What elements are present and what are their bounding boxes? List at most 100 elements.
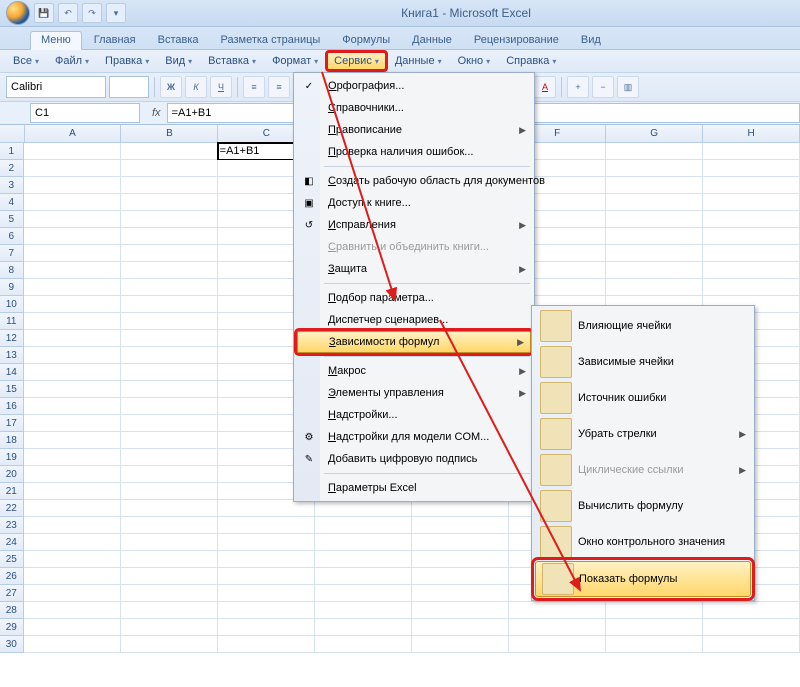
cell[interactable] <box>24 483 121 500</box>
menu-item[interactable]: ✓Орфография... <box>296 75 532 97</box>
cell[interactable] <box>24 211 121 228</box>
row-header[interactable]: 30 <box>0 636 24 653</box>
cell[interactable] <box>218 602 315 619</box>
cell[interactable] <box>24 160 121 177</box>
cell[interactable] <box>315 636 412 653</box>
submenu-item[interactable]: Источник ошибки <box>534 380 752 416</box>
cell[interactable] <box>24 636 121 653</box>
menu-справка[interactable]: Справка▾ <box>499 52 563 70</box>
menu-сервис[interactable]: Сервис▾ <box>327 52 386 70</box>
tab-вставка[interactable]: Вставка <box>148 32 209 49</box>
cell[interactable] <box>606 602 703 619</box>
font-size-box[interactable] <box>109 76 149 98</box>
submenu-item[interactable]: Вычислить формулу <box>534 488 752 524</box>
menu-вид[interactable]: Вид▾ <box>158 52 199 70</box>
cell[interactable] <box>24 449 121 466</box>
undo-icon[interactable]: ↶ <box>58 3 78 23</box>
cell[interactable] <box>218 585 315 602</box>
submenu-item[interactable]: Зависимые ячейки <box>534 344 752 380</box>
cell[interactable] <box>24 313 121 330</box>
cell[interactable] <box>121 415 218 432</box>
cell[interactable] <box>121 211 218 228</box>
cell[interactable] <box>121 177 218 194</box>
menu-окно[interactable]: Окно▾ <box>451 52 498 70</box>
tab-формулы[interactable]: Формулы <box>332 32 400 49</box>
cell[interactable] <box>703 143 800 160</box>
cell[interactable] <box>121 143 218 160</box>
cell[interactable] <box>121 636 218 653</box>
cell[interactable] <box>24 381 121 398</box>
cell[interactable] <box>24 619 121 636</box>
cell[interactable] <box>703 194 800 211</box>
menu-item[interactable]: Параметры Excel <box>296 477 532 499</box>
menu-файл[interactable]: Файл▾ <box>48 52 96 70</box>
cell[interactable] <box>24 262 121 279</box>
cell[interactable] <box>121 398 218 415</box>
cell[interactable] <box>703 636 800 653</box>
row-header[interactable]: 3 <box>0 177 24 194</box>
cell[interactable] <box>606 143 703 160</box>
format-button[interactable]: ▥ <box>617 76 639 98</box>
cell[interactable] <box>24 228 121 245</box>
cell[interactable] <box>703 245 800 262</box>
row-header[interactable]: 23 <box>0 517 24 534</box>
cell[interactable] <box>703 262 800 279</box>
row-header[interactable]: 4 <box>0 194 24 211</box>
cell[interactable] <box>606 194 703 211</box>
cell[interactable] <box>24 347 121 364</box>
row-header[interactable]: 29 <box>0 619 24 636</box>
cell[interactable] <box>121 313 218 330</box>
cell[interactable] <box>703 619 800 636</box>
row-header[interactable]: 28 <box>0 602 24 619</box>
row-header[interactable]: 8 <box>0 262 24 279</box>
cell[interactable] <box>412 619 509 636</box>
cell[interactable] <box>121 160 218 177</box>
cell[interactable] <box>24 568 121 585</box>
menu-item[interactable]: Защита▶ <box>296 258 532 280</box>
row-header[interactable]: 16 <box>0 398 24 415</box>
cell[interactable] <box>606 636 703 653</box>
font-name-box[interactable]: Calibri <box>6 76 106 98</box>
menu-item[interactable]: ↺Исправления▶ <box>296 214 532 236</box>
cell[interactable] <box>412 585 509 602</box>
cell[interactable] <box>218 500 315 517</box>
align-left-button[interactable]: ≡ <box>243 76 265 98</box>
tab-данные[interactable]: Данные <box>402 32 462 49</box>
qat-dropdown-icon[interactable]: ▾ <box>106 3 126 23</box>
cell[interactable] <box>218 568 315 585</box>
cell[interactable] <box>121 551 218 568</box>
cell[interactable] <box>121 347 218 364</box>
cell[interactable] <box>509 602 606 619</box>
cell[interactable] <box>24 245 121 262</box>
menu-item[interactable]: Подбор параметра... <box>296 287 532 309</box>
row-header[interactable]: 15 <box>0 381 24 398</box>
cell[interactable] <box>24 143 121 160</box>
menu-все[interactable]: Все▾ <box>6 52 46 70</box>
cell[interactable] <box>606 279 703 296</box>
cell[interactable] <box>703 211 800 228</box>
row-header[interactable]: 10 <box>0 296 24 313</box>
cell[interactable] <box>24 177 121 194</box>
submenu-item[interactable]: Убрать стрелки▶ <box>534 416 752 452</box>
menu-item[interactable]: Проверка наличия ошибок... <box>296 141 532 163</box>
cell[interactable] <box>412 517 509 534</box>
cell[interactable] <box>24 296 121 313</box>
row-header[interactable]: 24 <box>0 534 24 551</box>
row-header[interactable]: 22 <box>0 500 24 517</box>
menu-правка[interactable]: Правка▾ <box>98 52 156 70</box>
cell[interactable] <box>606 262 703 279</box>
delete-button[interactable]: − <box>592 76 614 98</box>
menu-item[interactable]: ⚙Надстройки для модели COM... <box>296 426 532 448</box>
row-header[interactable]: 14 <box>0 364 24 381</box>
cell[interactable] <box>24 330 121 347</box>
office-button[interactable] <box>6 1 30 25</box>
tab-разметка страницы[interactable]: Разметка страницы <box>211 32 331 49</box>
cell[interactable] <box>121 466 218 483</box>
cell[interactable] <box>24 585 121 602</box>
row-header[interactable]: 5 <box>0 211 24 228</box>
submenu-item[interactable]: Влияющие ячейки <box>534 308 752 344</box>
cell[interactable] <box>121 619 218 636</box>
cell[interactable] <box>315 551 412 568</box>
cell[interactable] <box>24 602 121 619</box>
select-all-corner[interactable] <box>0 125 25 143</box>
